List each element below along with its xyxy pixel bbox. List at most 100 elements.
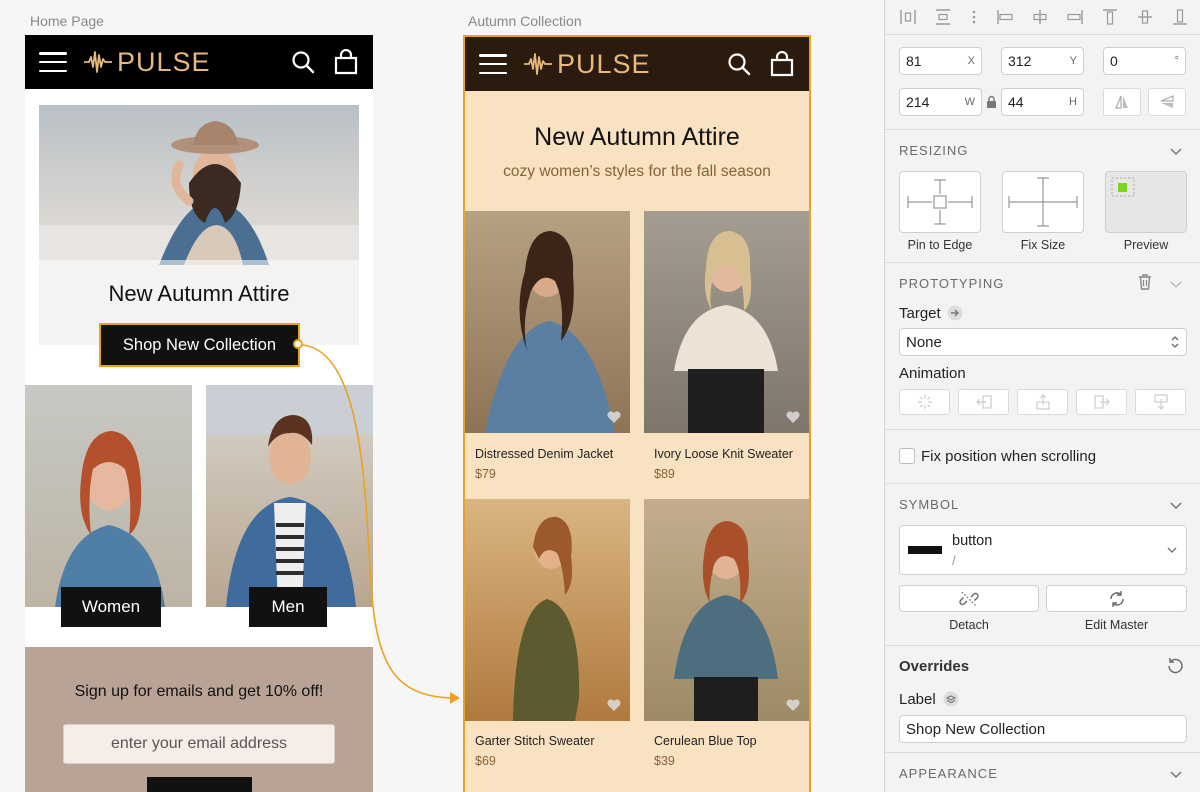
pin-to-edge-tile[interactable] bbox=[899, 171, 981, 233]
collection-title: New Autumn Attire bbox=[534, 123, 740, 151]
y-position-field[interactable]: 312 Y bbox=[1001, 47, 1084, 75]
distribute-horizontal-icon[interactable] bbox=[899, 8, 917, 26]
distribute-vertical-icon[interactable] bbox=[934, 8, 952, 26]
pulse-logo-icon bbox=[524, 53, 552, 75]
h-value: 44 bbox=[1008, 94, 1024, 110]
search-icon[interactable] bbox=[727, 52, 751, 76]
fix-size-icon bbox=[1008, 177, 1078, 227]
detach-label: Detach bbox=[949, 618, 989, 632]
override-label-title: Label bbox=[899, 691, 936, 708]
align-bottom-icon[interactable] bbox=[1171, 8, 1189, 26]
symbol-selector[interactable]: button / bbox=[899, 525, 1187, 575]
more-options-icon[interactable] bbox=[969, 8, 979, 26]
collection-subtitle: cozy women’s styles for the fall season bbox=[503, 163, 771, 180]
product-image[interactable] bbox=[465, 211, 630, 433]
target-select[interactable]: None bbox=[899, 328, 1187, 356]
product-price: $69 bbox=[475, 754, 496, 768]
detach-button[interactable] bbox=[899, 585, 1039, 612]
autumn-artboard[interactable]: PULSE New Autumn Attire cozy women’s sty… bbox=[463, 35, 811, 792]
width-field[interactable]: 214 W bbox=[899, 88, 982, 116]
override-label-input[interactable]: Shop New Collection bbox=[899, 715, 1187, 743]
flip-horizontal-icon bbox=[1115, 95, 1128, 109]
signup-submit-button[interactable] bbox=[147, 777, 252, 792]
trash-icon[interactable] bbox=[1137, 273, 1153, 291]
women-button[interactable]: Women bbox=[61, 587, 161, 627]
flip-vertical-button[interactable] bbox=[1148, 88, 1186, 116]
animation-slide-up-button[interactable] bbox=[1017, 389, 1068, 415]
logo[interactable]: PULSE bbox=[83, 47, 211, 78]
reset-overrides-icon[interactable] bbox=[1165, 656, 1185, 676]
product-name[interactable]: Garter Stitch Sweater bbox=[475, 734, 595, 748]
pulse-logo-icon bbox=[84, 51, 112, 73]
women-image[interactable] bbox=[25, 385, 192, 607]
menu-icon[interactable] bbox=[479, 54, 507, 74]
lock-icon[interactable] bbox=[986, 95, 997, 109]
rotation-value: 0 bbox=[1110, 53, 1118, 69]
rotation-suffix: ° bbox=[1174, 55, 1179, 67]
chevron-down-icon[interactable] bbox=[1169, 767, 1183, 781]
logo[interactable]: PULSE bbox=[523, 49, 651, 80]
slide-from-bottom-icon bbox=[1035, 394, 1050, 410]
animation-slide-left-button[interactable] bbox=[958, 389, 1009, 415]
select-updown-icon bbox=[1171, 336, 1179, 348]
animation-slide-down-button[interactable] bbox=[1135, 389, 1186, 415]
align-middle-vertical-icon[interactable] bbox=[1136, 8, 1154, 26]
slide-from-right-icon bbox=[975, 395, 992, 409]
flip-horizontal-button[interactable] bbox=[1103, 88, 1141, 116]
resizing-preview-tile bbox=[1105, 171, 1187, 233]
animation-instant-button[interactable] bbox=[899, 389, 950, 415]
height-field[interactable]: 44 H bbox=[1001, 88, 1084, 116]
heart-icon[interactable] bbox=[785, 697, 801, 713]
artboard-label-autumn: Autumn Collection bbox=[468, 13, 582, 29]
heart-icon[interactable] bbox=[785, 409, 801, 425]
heart-icon[interactable] bbox=[606, 697, 622, 713]
chevron-down-icon[interactable] bbox=[1169, 144, 1183, 158]
women-illustration bbox=[55, 431, 165, 607]
align-top-icon[interactable] bbox=[1101, 8, 1119, 26]
x-value: 81 bbox=[906, 53, 922, 69]
product-image[interactable] bbox=[465, 499, 630, 721]
fix-size-tile[interactable] bbox=[1002, 171, 1084, 233]
email-input[interactable]: enter your email address bbox=[63, 724, 335, 764]
align-center-horizontal-icon[interactable] bbox=[1031, 8, 1049, 26]
edit-master-button[interactable] bbox=[1046, 585, 1187, 612]
chevron-down-icon[interactable] bbox=[1169, 498, 1183, 512]
product-image[interactable] bbox=[644, 499, 809, 721]
animation-options bbox=[899, 389, 1187, 415]
fix-position-checkbox[interactable] bbox=[899, 448, 915, 464]
product-illustration bbox=[513, 516, 580, 721]
x-position-field[interactable]: 81 X bbox=[899, 47, 982, 75]
arrow-right-circle-icon[interactable] bbox=[947, 305, 963, 321]
rotation-field[interactable]: 0 ° bbox=[1103, 47, 1186, 75]
product-name[interactable]: Distressed Denim Jacket bbox=[475, 447, 613, 461]
menu-icon[interactable] bbox=[39, 52, 67, 72]
animation-label: Animation bbox=[899, 365, 966, 382]
pin-to-edge-icon bbox=[907, 179, 973, 225]
slide-from-left-icon bbox=[1093, 395, 1110, 409]
search-icon[interactable] bbox=[291, 50, 315, 74]
product-price: $89 bbox=[654, 467, 675, 481]
product-name[interactable]: Cerulean Blue Top bbox=[654, 734, 757, 748]
product-name[interactable]: Ivory Loose Knit Sweater bbox=[654, 447, 793, 461]
w-value: 214 bbox=[906, 94, 930, 110]
inspector-panel: 81 X 312 Y 0 ° 214 W 44 H RESIZING Pin t… bbox=[884, 0, 1200, 792]
product-price: $39 bbox=[654, 754, 675, 768]
heart-icon[interactable] bbox=[606, 409, 622, 425]
alignment-toolbar bbox=[899, 6, 1189, 28]
symbol-layer-icon bbox=[943, 691, 959, 707]
x-suffix: X bbox=[967, 55, 975, 67]
edit-master-label: Edit Master bbox=[1084, 618, 1149, 632]
preview-label: Preview bbox=[1123, 238, 1169, 252]
shop-new-collection-button[interactable]: Shop New Collection bbox=[99, 323, 300, 367]
product-image[interactable] bbox=[644, 211, 809, 433]
shopping-bag-icon[interactable] bbox=[333, 49, 359, 75]
shopping-bag-icon[interactable] bbox=[769, 51, 795, 77]
align-right-icon[interactable] bbox=[1066, 8, 1084, 26]
animation-slide-right-button[interactable] bbox=[1076, 389, 1127, 415]
symbol-thumbnail bbox=[908, 546, 942, 554]
fix-position-label: Fix position when scrolling bbox=[921, 448, 1097, 465]
chevron-down-icon[interactable] bbox=[1169, 277, 1183, 291]
align-left-icon[interactable] bbox=[996, 8, 1014, 26]
sync-arrows-icon bbox=[1109, 590, 1124, 607]
overrides-title: Overrides bbox=[899, 658, 970, 675]
